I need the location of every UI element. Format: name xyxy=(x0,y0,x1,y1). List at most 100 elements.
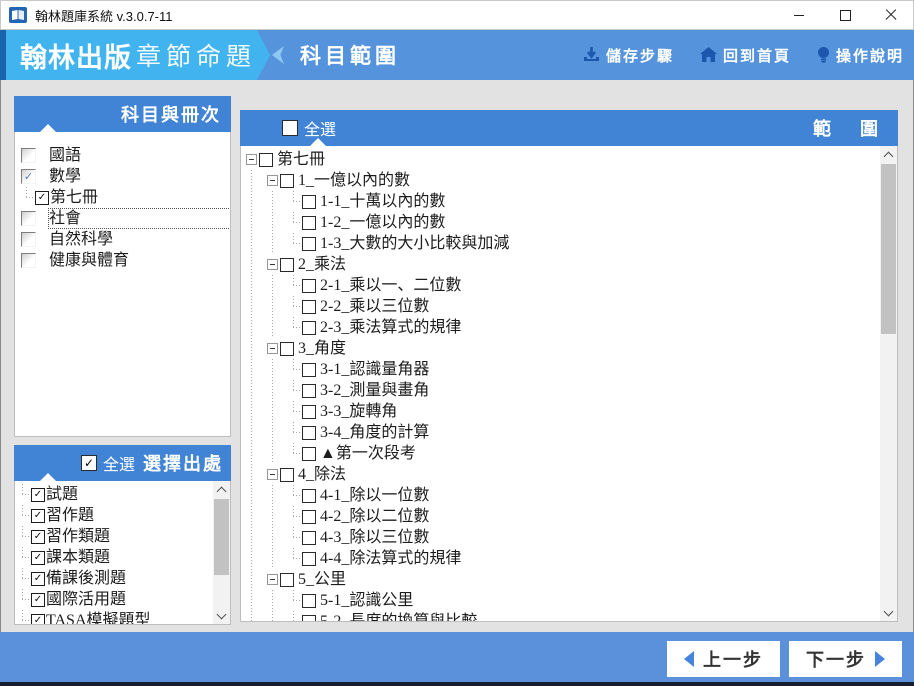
scope-select-all[interactable]: 全選 xyxy=(282,116,336,140)
chapter-checkbox[interactable] xyxy=(302,509,316,524)
chapter-checkbox[interactable] xyxy=(302,362,316,377)
subject-label[interactable]: 健康與體育 xyxy=(49,251,230,270)
source-label[interactable]: 習作類題 xyxy=(46,527,213,546)
subject-checkbox[interactable] xyxy=(21,232,36,247)
maximize-button[interactable] xyxy=(822,0,868,30)
scope-select-all-checkbox[interactable] xyxy=(282,120,298,136)
chapter-label[interactable]: 2-1_乘以一、二位數 xyxy=(320,276,461,295)
chapter-label[interactable]: 3-4_角度的計算 xyxy=(320,423,429,442)
save-steps-button[interactable]: 儲存步驟 xyxy=(583,45,674,66)
chapter-label[interactable]: 3-3_旋轉角 xyxy=(320,402,397,421)
tree-row: 2-2_乘以三位數 xyxy=(246,296,880,317)
chapter-label[interactable]: 1-2_一億以內的數 xyxy=(320,213,445,232)
chapter-checkbox[interactable] xyxy=(302,488,316,503)
chapter-label[interactable]: 2-2_乘以三位數 xyxy=(320,297,429,316)
subject-label[interactable]: 社會 xyxy=(48,208,230,229)
subject-checkbox[interactable]: ✓ xyxy=(21,169,36,184)
chapter-checkbox[interactable] xyxy=(280,341,294,356)
chapter-checkbox[interactable] xyxy=(302,614,316,621)
chapter-label[interactable]: 5_公里 xyxy=(298,570,346,589)
minimize-button[interactable] xyxy=(776,0,822,30)
next-step-button[interactable]: 下一步 xyxy=(789,641,902,677)
chapter-label[interactable]: 4-4_除法算式的規律 xyxy=(320,549,461,568)
chapter-checkbox[interactable] xyxy=(302,194,316,209)
subject-label[interactable]: 數學 xyxy=(49,167,230,186)
chapter-checkbox[interactable] xyxy=(302,425,316,440)
source-scrollbar[interactable] xyxy=(213,481,230,624)
chapter-checkbox[interactable] xyxy=(302,551,316,566)
collapse-toggle-icon[interactable] xyxy=(267,343,278,354)
collapse-toggle-icon[interactable] xyxy=(267,469,278,480)
chapter-label[interactable]: 5-2_長度的換算與比較 xyxy=(320,612,477,621)
chapter-label[interactable]: 4-1_除以一位數 xyxy=(320,486,429,505)
source-checkbox[interactable]: ✓ xyxy=(31,571,45,586)
scroll-down-icon[interactable] xyxy=(880,604,897,621)
chapter-label[interactable]: 1-1_十萬以內的數 xyxy=(320,192,445,211)
chapter-label[interactable]: 5-1_認識公里 xyxy=(320,591,413,610)
subject-label[interactable]: 自然科學 xyxy=(49,230,230,249)
chapter-checkbox[interactable] xyxy=(302,446,316,461)
chapter-checkbox[interactable] xyxy=(259,152,273,167)
collapse-toggle-icon[interactable] xyxy=(246,154,257,165)
source-checkbox[interactable]: ✓ xyxy=(31,592,45,607)
source-label[interactable]: TASA模擬題型 xyxy=(46,611,213,624)
source-label[interactable]: 試題 xyxy=(46,485,213,504)
chapter-label[interactable]: 1-3_大數的大小比較與加減 xyxy=(320,234,509,253)
chapter-checkbox[interactable] xyxy=(280,467,294,482)
source-select-all[interactable]: ✓ 全選 xyxy=(80,451,135,475)
chapter-checkbox[interactable] xyxy=(302,530,316,545)
chapter-label[interactable]: 2_乘法 xyxy=(298,255,346,274)
previous-step-button[interactable]: 上一步 xyxy=(667,641,780,677)
chapter-label[interactable]: 3_角度 xyxy=(298,339,346,358)
source-label[interactable]: 備課後測題 xyxy=(46,569,213,588)
chapter-checkbox[interactable] xyxy=(302,593,316,608)
chapter-checkbox[interactable] xyxy=(302,299,316,314)
chapter-label[interactable]: ▲第一次段考 xyxy=(320,444,416,463)
source-checkbox[interactable]: ✓ xyxy=(31,613,45,624)
help-button[interactable]: 操作說明 xyxy=(817,45,904,66)
chapter-checkbox[interactable] xyxy=(302,215,316,230)
source-label[interactable]: 習作題 xyxy=(46,506,213,525)
chapter-checkbox[interactable] xyxy=(280,173,294,188)
chapter-label[interactable]: 3-1_認識量角器 xyxy=(320,360,429,379)
source-checkbox[interactable]: ✓ xyxy=(31,550,45,565)
scroll-up-icon[interactable] xyxy=(880,146,897,163)
scroll-up-icon[interactable] xyxy=(213,481,230,498)
collapse-toggle-icon[interactable] xyxy=(267,259,278,270)
subject-checkbox[interactable] xyxy=(21,253,36,268)
subject-checkbox[interactable]: ✓ xyxy=(35,190,49,205)
collapse-toggle-icon[interactable] xyxy=(267,175,278,186)
chapter-label[interactable]: 4-2_除以二位數 xyxy=(320,507,429,526)
chapter-checkbox[interactable] xyxy=(302,404,316,419)
chapter-label[interactable]: 3-2_測量與畫角 xyxy=(320,381,429,400)
source-checkbox[interactable]: ✓ xyxy=(31,529,45,544)
scroll-down-icon[interactable] xyxy=(213,607,230,624)
chapter-label[interactable]: 2-3_乘法算式的規律 xyxy=(320,318,461,337)
chapter-checkbox[interactable] xyxy=(302,236,316,251)
source-checkbox[interactable]: ✓ xyxy=(31,508,45,523)
chapter-label[interactable]: 第七冊 xyxy=(277,150,325,169)
chapter-label[interactable]: 4-3_除以三位數 xyxy=(320,528,429,547)
subject-checkbox[interactable] xyxy=(21,211,36,226)
scope-scrollbar-thumb[interactable] xyxy=(881,164,896,334)
chapter-checkbox[interactable] xyxy=(302,320,316,335)
source-checkbox[interactable]: ✓ xyxy=(31,487,45,502)
scope-scrollbar[interactable] xyxy=(880,146,897,621)
home-button[interactable]: 回到首頁 xyxy=(699,45,791,66)
chapter-label[interactable]: 1_一億以內的數 xyxy=(298,171,410,190)
close-button[interactable] xyxy=(868,0,914,30)
chapter-checkbox[interactable] xyxy=(302,278,316,293)
source-row: ✓ 備課後測題 xyxy=(15,568,213,589)
collapse-toggle-icon[interactable] xyxy=(267,574,278,585)
chapter-checkbox[interactable] xyxy=(280,572,294,587)
subject-label[interactable]: 第七冊 xyxy=(50,188,230,207)
chapter-checkbox[interactable] xyxy=(280,257,294,272)
source-scrollbar-thumb[interactable] xyxy=(214,499,229,575)
source-select-all-checkbox[interactable]: ✓ xyxy=(80,455,97,471)
subject-checkbox[interactable] xyxy=(21,148,36,163)
chapter-checkbox[interactable] xyxy=(302,383,316,398)
source-label[interactable]: 國際活用題 xyxy=(46,590,213,609)
subject-label[interactable]: 國語 xyxy=(49,146,230,165)
chapter-label[interactable]: 4_除法 xyxy=(298,465,346,484)
source-label[interactable]: 課本類題 xyxy=(46,548,213,567)
